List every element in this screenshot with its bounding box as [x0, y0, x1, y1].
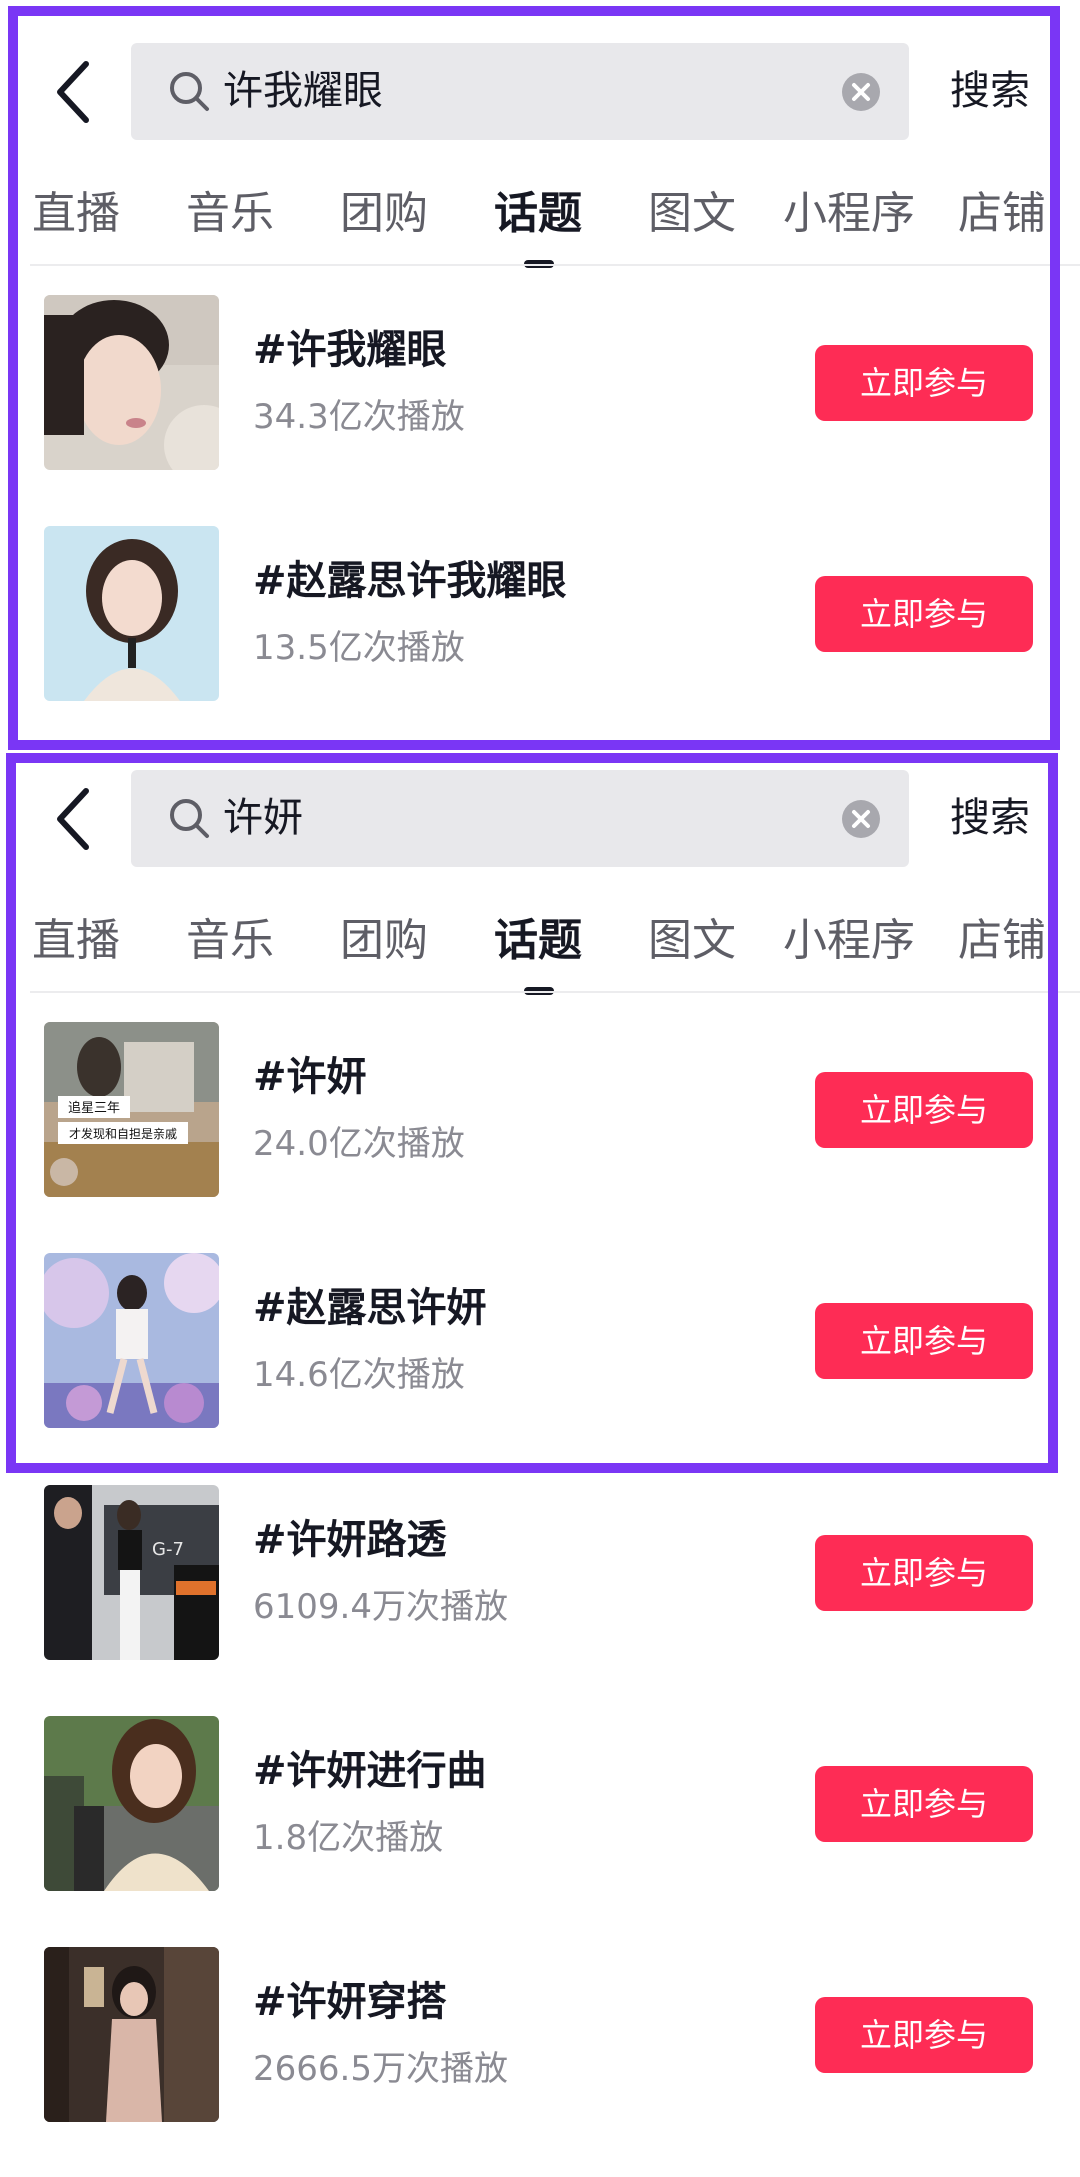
tab-mini-programs[interactable]: 小程序 — [783, 170, 915, 258]
thumbnail-caption: 追星三年 — [68, 1100, 120, 1116]
tab-shops[interactable]: 店铺 — [958, 897, 1046, 985]
join-button[interactable]: 立即参与 — [815, 345, 1033, 421]
search-header: 许妍 搜索 — [0, 727, 1080, 873]
join-button[interactable]: 立即参与 — [815, 1535, 1033, 1611]
category-tabs: 直播 音乐 团购 话题 图文 小程序 店铺 — [0, 170, 1080, 270]
chevron-left-icon — [57, 788, 89, 850]
topic-row[interactable]: #赵露思许我耀眼 13.5亿次播放 立即参与 — [0, 526, 1080, 756]
tab-music[interactable]: 音乐 — [186, 897, 274, 985]
join-button[interactable]: 立即参与 — [815, 576, 1033, 652]
tab-topics[interactable]: 话题 — [494, 897, 582, 985]
search-header: 许我耀眼 搜索 — [0, 0, 1080, 146]
join-button[interactable]: 立即参与 — [815, 1766, 1033, 1842]
topic-play-count: 13.5亿次播放 — [253, 628, 465, 668]
tab-group-buy[interactable]: 团购 — [340, 170, 428, 258]
topic-row[interactable]: 追星三年 才发现和自担是亲戚 #许妍 24.0亿次播放 立即参与 — [0, 1022, 1080, 1252]
category-tabs: 直播 音乐 团购 话题 图文 小程序 店铺 — [0, 897, 1080, 997]
search-input[interactable]: 许我耀眼 — [131, 43, 909, 140]
divider — [30, 991, 1080, 993]
thumbnail-caption: 才发现和自担是亲戚 — [69, 1126, 177, 1141]
topic-row[interactable]: #赵露思许妍 14.6亿次播放 立即参与 — [0, 1253, 1080, 1483]
tab-music[interactable]: 音乐 — [186, 170, 274, 258]
tab-image-text[interactable]: 图文 — [648, 897, 736, 985]
topic-row[interactable]: #许我耀眼 34.3亿次播放 立即参与 — [0, 295, 1080, 525]
tab-shops[interactable]: 店铺 — [958, 170, 1046, 258]
search-query: 许我耀眼 — [223, 68, 383, 114]
topic-thumbnail — [44, 1947, 219, 2122]
topic-thumbnail — [44, 1716, 219, 1891]
clear-icon[interactable] — [841, 72, 881, 112]
topic-title: #许妍路透 — [253, 1517, 447, 1563]
topic-thumbnail — [44, 1253, 219, 1428]
topic-row[interactable]: #许妍穿搭 2666.5万次播放 立即参与 — [0, 1947, 1080, 2177]
topic-title: #许我耀眼 — [253, 327, 447, 373]
topic-row[interactable]: #许妍进行曲 1.8亿次播放 立即参与 — [0, 1716, 1080, 1946]
topic-row[interactable]: G-7 #许妍路透 6109.4万次播放 立即参与 — [0, 1485, 1080, 1715]
divider — [30, 264, 1080, 266]
join-button[interactable]: 立即参与 — [815, 1303, 1033, 1379]
search-panel-2: 许妍 搜索 直播 音乐 团购 话题 图文 小程序 店铺 追星三年 才发现和自担是… — [0, 727, 1080, 2151]
thumbnail-caption: G-7 — [152, 1539, 184, 1560]
search-icon — [170, 799, 209, 838]
clear-icon[interactable] — [841, 799, 881, 839]
topic-title: #赵露思许妍 — [253, 1285, 487, 1331]
topic-play-count: 34.3亿次播放 — [253, 397, 465, 437]
search-query: 许妍 — [223, 795, 303, 841]
tab-mini-programs[interactable]: 小程序 — [783, 897, 915, 985]
tab-topics[interactable]: 话题 — [494, 170, 582, 258]
back-button[interactable] — [48, 779, 100, 859]
chevron-left-icon — [57, 61, 89, 123]
tab-live[interactable]: 直播 — [32, 170, 120, 258]
topic-play-count: 6109.4万次播放 — [253, 1587, 508, 1627]
topic-title: #赵露思许我耀眼 — [253, 558, 567, 604]
tab-image-text[interactable]: 图文 — [648, 170, 736, 258]
topic-play-count: 1.8亿次播放 — [253, 1818, 444, 1858]
topic-title: #许妍穿搭 — [253, 1979, 447, 2025]
topic-title: #许妍进行曲 — [253, 1748, 487, 1794]
topic-play-count: 24.0亿次播放 — [253, 1124, 465, 1164]
join-button[interactable]: 立即参与 — [815, 1072, 1033, 1148]
back-button[interactable] — [48, 52, 100, 132]
topic-play-count: 2666.5万次播放 — [253, 2049, 508, 2089]
search-panel-1: 许我耀眼 搜索 直播 音乐 团购 话题 图文 小程序 店铺 #许我耀眼 34.3… — [0, 0, 1080, 750]
search-icon — [170, 72, 209, 111]
join-button[interactable]: 立即参与 — [815, 1997, 1033, 2073]
tab-group-buy[interactable]: 团购 — [340, 897, 428, 985]
search-button[interactable]: 搜索 — [950, 43, 1030, 140]
topic-title: #许妍 — [253, 1054, 367, 1100]
tab-live[interactable]: 直播 — [32, 897, 120, 985]
search-input[interactable]: 许妍 — [131, 770, 909, 867]
topic-play-count: 14.6亿次播放 — [253, 1355, 465, 1395]
topic-thumbnail — [44, 526, 219, 701]
search-button[interactable]: 搜索 — [950, 770, 1030, 867]
topic-thumbnail — [44, 295, 219, 470]
topic-thumbnail: G-7 — [44, 1485, 219, 1660]
topic-thumbnail: 追星三年 才发现和自担是亲戚 — [44, 1022, 219, 1197]
